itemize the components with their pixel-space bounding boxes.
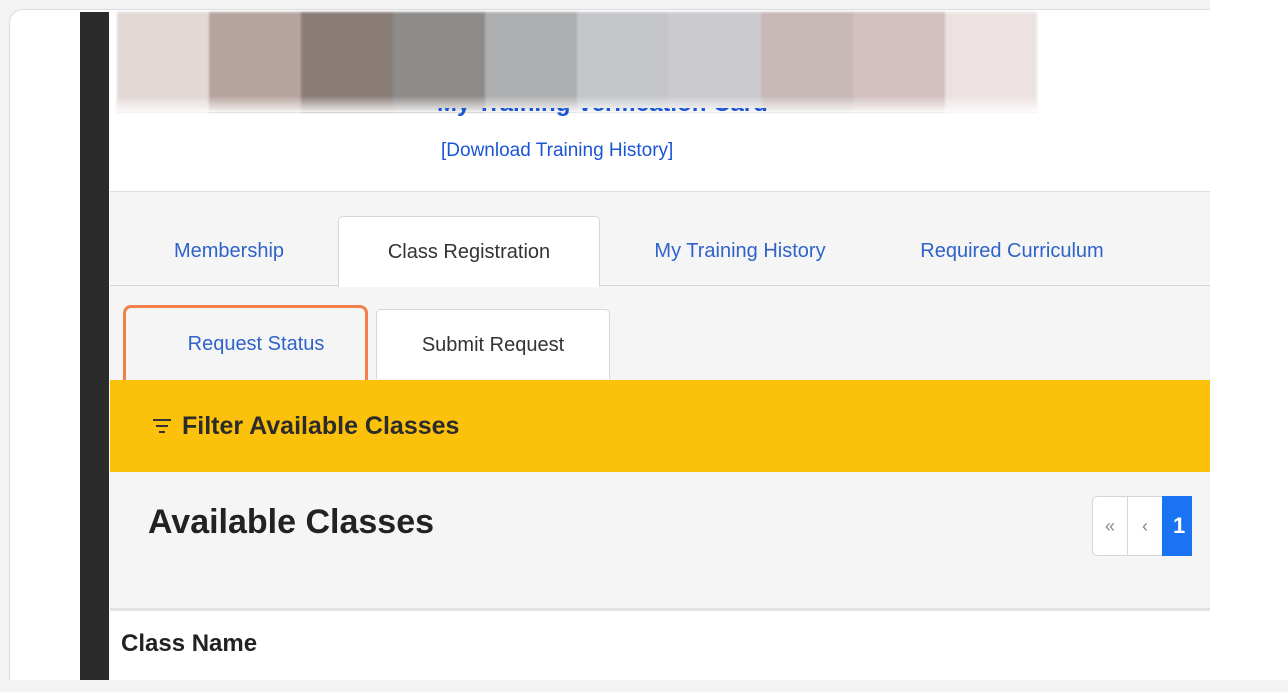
bottom-edge [0,680,1288,692]
pagination: « ‹ 1 [1092,496,1192,556]
page-1-button[interactable]: 1 [1162,496,1192,556]
main-tabs: Membership Class Registration My Trainin… [110,216,1210,287]
first-page-button[interactable]: « [1092,496,1128,556]
prev-page-button[interactable]: ‹ [1127,496,1163,556]
column-header-class-name: Class Name [121,630,258,657]
download-training-history-link[interactable]: [Download Training History] [441,140,673,162]
tab-my-training-history[interactable]: My Training History [620,216,860,286]
tab-membership[interactable]: Membership [148,216,310,286]
filter-label: Filter Available Classes [182,411,460,440]
filter-icon [152,419,172,433]
available-classes-title: Available Classes [148,503,435,541]
filter-available-classes-bar[interactable]: Filter Available Classes [110,380,1210,472]
request-status-highlight [123,305,368,387]
tab-required-curriculum[interactable]: Required Curriculum [890,216,1134,286]
left-dark-bar [80,12,109,692]
right-edge-clip [1210,0,1288,692]
tab-class-registration[interactable]: Class Registration [338,216,600,287]
tab-submit-request[interactable]: Submit Request [376,309,610,379]
